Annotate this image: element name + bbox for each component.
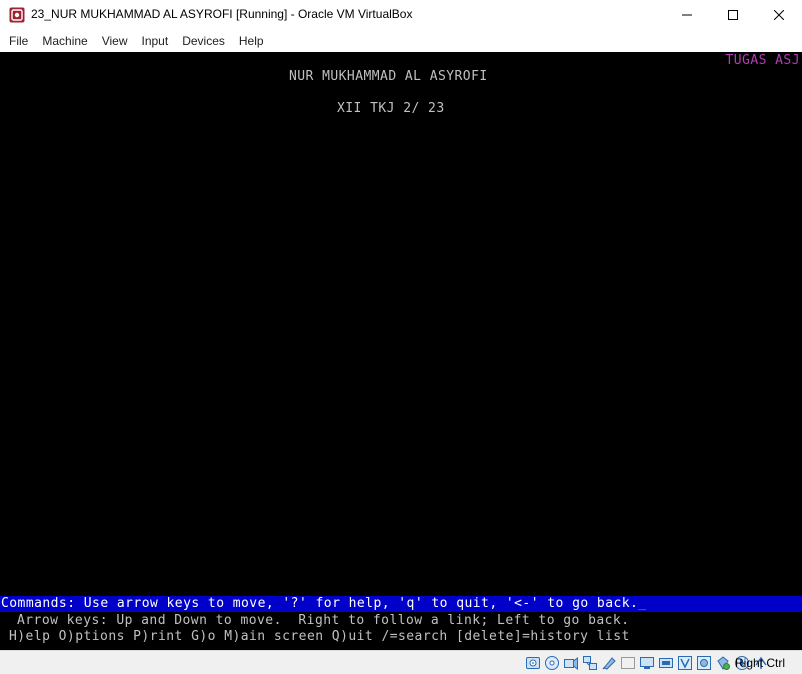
- minimize-button[interactable]: [664, 0, 710, 30]
- video-capture-icon[interactable]: [658, 655, 674, 671]
- close-icon: [774, 10, 784, 20]
- vm-screen[interactable]: TUGAS ASJ NUR MUKHAMMAD AL ASYROFI XII T…: [0, 52, 802, 650]
- close-button[interactable]: [756, 0, 802, 30]
- network-icon[interactable]: [582, 655, 598, 671]
- usb-icon[interactable]: [601, 655, 617, 671]
- hard-disk-icon[interactable]: [525, 655, 541, 671]
- shared-folder-icon[interactable]: [620, 655, 636, 671]
- menu-file[interactable]: File: [0, 30, 35, 52]
- menu-help[interactable]: Help: [232, 30, 271, 52]
- window-title: 23_NUR MUKHAMMAD AL ASYROFI [Running] - …: [31, 7, 413, 21]
- corner-label: TUGAS ASJ: [725, 53, 800, 68]
- cpu-icon[interactable]: [715, 655, 731, 671]
- optical-drive-icon[interactable]: [544, 655, 560, 671]
- host-key-label: Right Ctrl: [735, 656, 786, 670]
- minimize-icon: [682, 14, 692, 16]
- commands-line: Commands: Use arrow keys to move, '?' fo…: [1, 596, 647, 612]
- virtualbox-app-icon: [9, 7, 25, 23]
- page-class-text: XII TKJ 2/ 23: [337, 101, 445, 116]
- maximize-button[interactable]: [710, 0, 756, 30]
- help-line-arrow-keys: Arrow keys: Up and Down to move. Right t…: [17, 613, 630, 628]
- menu-devices[interactable]: Devices: [175, 30, 232, 52]
- status-icons: [525, 655, 769, 671]
- command-bar: Commands: Use arrow keys to move, '?' fo…: [0, 596, 802, 612]
- menu-input[interactable]: Input: [135, 30, 176, 52]
- virtualization-icon[interactable]: [696, 655, 712, 671]
- menu-bar: File Machine View Input Devices Help: [0, 30, 802, 52]
- menu-view[interactable]: View: [95, 30, 135, 52]
- recording-icon[interactable]: [677, 655, 693, 671]
- maximize-icon: [728, 10, 738, 20]
- status-bar: Right Ctrl: [0, 650, 802, 674]
- page-name-text: NUR MUKHAMMAD AL ASYROFI: [289, 69, 488, 84]
- display-icon[interactable]: [639, 655, 655, 671]
- menu-machine[interactable]: Machine: [35, 30, 94, 52]
- text-cursor: _: [638, 596, 647, 611]
- help-line-shortcuts: H)elp O)ptions P)rint G)o M)ain screen Q…: [9, 629, 630, 644]
- window-titlebar[interactable]: 23_NUR MUKHAMMAD AL ASYROFI [Running] - …: [0, 0, 802, 30]
- commands-text: Commands: Use arrow keys to move, '?' fo…: [1, 596, 639, 611]
- audio-icon[interactable]: [563, 655, 579, 671]
